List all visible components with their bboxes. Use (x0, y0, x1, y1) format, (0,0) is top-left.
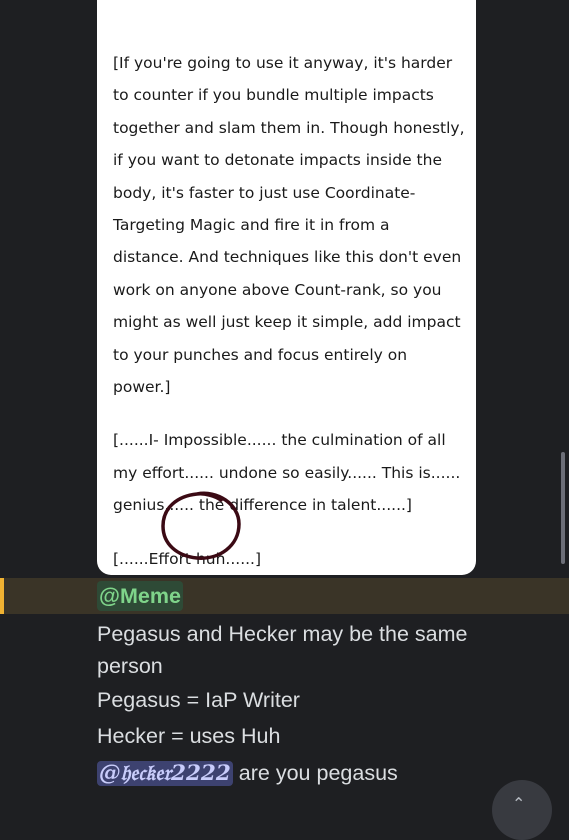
annotation-circle-icon (161, 491, 241, 560)
chevron-icon: ⌃ (512, 794, 526, 813)
mention-highlight-bar (0, 578, 4, 614)
message-line: Hecker = uses Huh (97, 724, 281, 748)
scrollbar[interactable] (561, 452, 565, 564)
message-line: @𝔥𝔢𝔠𝔨𝔢𝔯2222 are you pegasus (97, 758, 398, 789)
role-mention[interactable]: @Meme (97, 581, 183, 611)
shared-image-card[interactable]: [If you're going to use it anyway, it's … (97, 0, 476, 575)
user-mention[interactable]: @𝔥𝔢𝔠𝔨𝔢𝔯2222 (97, 761, 233, 786)
message-line: Pegasus and Hecker may be the same perso… (97, 622, 468, 678)
message-text: are you pegasus (232, 761, 398, 785)
image-paragraph-1: [If you're going to use it anyway, it's … (113, 54, 465, 397)
mention-highlight (0, 578, 569, 614)
message-line: Pegasus = IaP Writer (97, 688, 300, 712)
scroll-button[interactable]: ⌃ (492, 780, 552, 840)
